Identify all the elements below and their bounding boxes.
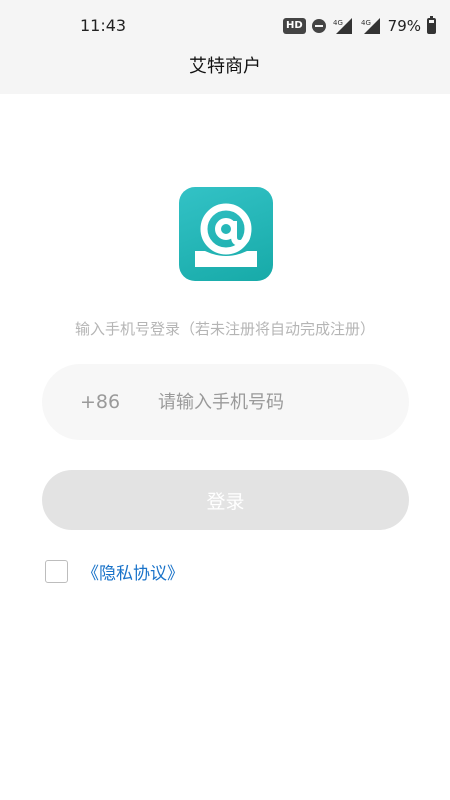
app-header: 艾特商户 — [0, 52, 450, 94]
app-logo — [179, 187, 273, 281]
signal-4g-icon-2: 4G — [361, 18, 380, 34]
network-label: 4G — [333, 19, 343, 27]
at-sign-icon — [195, 203, 257, 267]
status-time: 11:43 — [80, 16, 127, 35]
status-bar: 11:43 HD 4G 4G 79% — [0, 0, 450, 52]
hd-voice-icon: HD — [282, 18, 306, 34]
battery-percent: 79% — [387, 17, 421, 35]
login-button[interactable]: 登录 — [42, 470, 409, 530]
do-not-disturb-icon — [311, 19, 326, 33]
country-code[interactable]: +86 — [80, 391, 158, 413]
status-icons: HD 4G 4G 79% — [282, 15, 436, 37]
signal-4g-icon: 4G — [333, 18, 352, 34]
page-title: 艾特商户 — [189, 56, 261, 77]
phone-input[interactable] — [158, 391, 378, 413]
privacy-agreement-row: 《隐私协议》 — [45, 558, 184, 584]
phone-input-row: +86 — [42, 364, 409, 440]
privacy-policy-link[interactable]: 《隐私协议》 — [82, 559, 184, 584]
battery-icon — [427, 16, 436, 34]
network-label-2: 4G — [361, 19, 371, 27]
login-hint: 输入手机号登录（若未注册将自动完成注册） — [74, 320, 375, 338]
privacy-checkbox[interactable] — [45, 559, 68, 583]
